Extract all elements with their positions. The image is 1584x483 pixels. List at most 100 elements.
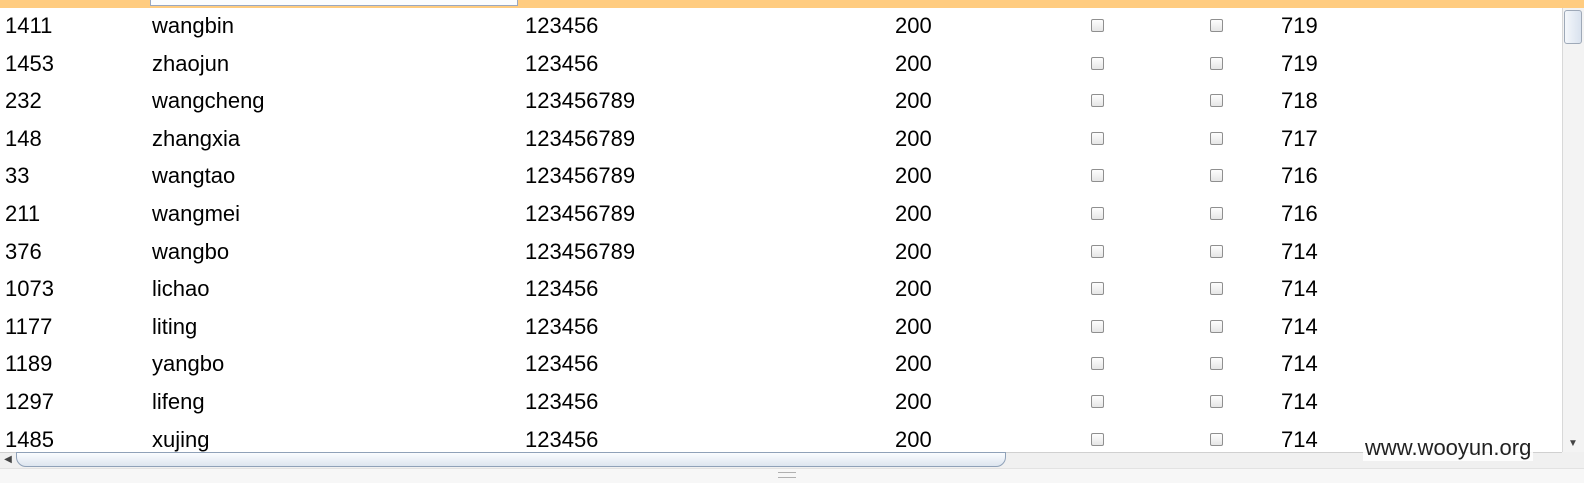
cell-username: wangbin [152, 13, 234, 38]
cell-length: 714 [1281, 426, 1318, 452]
cell-password: 123456 [525, 50, 599, 76]
checkbox-col2[interactable] [1210, 394, 1223, 408]
cell-id: 1485 [5, 426, 54, 452]
cell-id: 33 [5, 163, 30, 189]
checkbox-col2[interactable] [1210, 169, 1223, 183]
cell-status: 200 [895, 163, 932, 189]
table-row[interactable]: 1177 liting 123456 200 714 [0, 309, 1562, 347]
checkbox-col2[interactable] [1210, 282, 1223, 296]
header-cell-username[interactable] [150, 0, 518, 6]
checkbox-col1[interactable] [1091, 319, 1104, 333]
cell-status: 200 [895, 313, 932, 339]
cell-id: 1411 [5, 13, 53, 38]
cell-username: lichao [152, 276, 210, 302]
table-row[interactable]: 211 wangmei 123456789 200 716 [0, 196, 1562, 234]
cell-username: wangbo [152, 238, 230, 264]
cell-length: 714 [1281, 351, 1318, 377]
cell-password: 123456789 [525, 125, 636, 151]
table-row[interactable]: 33 wangtao 123456789 200 716 [0, 158, 1562, 196]
checkbox-col2[interactable] [1210, 432, 1223, 446]
cell-username: lifeng [152, 388, 205, 414]
horizontal-scroll-thumb[interactable] [16, 452, 1006, 467]
table-row[interactable]: 1453 zhaojun 123456 200 719 [0, 46, 1562, 84]
cell-id: 148 [5, 125, 42, 151]
results-table: 1411 wangbin 123456 200 719 1453 zhaojun… [0, 8, 1562, 459]
cell-id: 1297 [5, 388, 54, 414]
checkbox-col2[interactable] [1210, 244, 1223, 258]
checkbox-col2[interactable] [1210, 131, 1223, 145]
table-row[interactable]: 232 wangcheng 123456789 200 718 [0, 83, 1562, 121]
cell-status: 200 [895, 50, 932, 76]
cell-username: wangtao [152, 163, 236, 189]
cell-id: 1189 [5, 351, 53, 377]
cell-length: 718 [1281, 88, 1318, 114]
vertical-scroll-thumb[interactable] [1564, 10, 1582, 44]
cell-password: 123456 [525, 13, 599, 38]
cell-status: 200 [895, 351, 932, 377]
cell-status: 200 [895, 388, 932, 414]
table-row[interactable]: 1073 lichao 123456 200 714 [0, 271, 1562, 309]
vertical-scrollbar[interactable] [1562, 8, 1584, 452]
checkbox-col2[interactable] [1210, 94, 1223, 108]
checkbox-col2[interactable] [1210, 56, 1223, 70]
checkbox-col2[interactable] [1210, 357, 1223, 371]
cell-length: 714 [1281, 276, 1318, 302]
cell-password: 123456789 [525, 238, 636, 264]
cell-password: 123456789 [525, 88, 636, 114]
cell-status: 200 [895, 125, 932, 151]
cell-status: 200 [895, 276, 932, 302]
cell-password: 123456 [525, 426, 599, 452]
scrollbar-corner [1562, 452, 1584, 468]
checkbox-col1[interactable] [1091, 206, 1104, 220]
cell-username: zhaojun [152, 50, 230, 76]
cell-length: 714 [1281, 238, 1318, 264]
checkbox-col1[interactable] [1091, 432, 1104, 446]
cell-length: 714 [1281, 388, 1318, 414]
cell-id: 211 [5, 200, 41, 226]
cell-length: 717 [1281, 125, 1318, 151]
checkbox-col1[interactable] [1091, 131, 1104, 145]
resize-grip-icon[interactable] [778, 472, 796, 478]
cell-username: liting [152, 313, 198, 339]
checkbox-col2[interactable] [1210, 19, 1223, 32]
cell-length: 719 [1281, 13, 1318, 38]
table-row[interactable]: 148 zhangxia 123456789 200 717 [0, 121, 1562, 159]
cell-username: yangbo [152, 351, 225, 377]
checkbox-col1[interactable] [1091, 19, 1104, 32]
cell-password: 123456 [525, 351, 599, 377]
cell-id: 232 [5, 88, 42, 114]
checkbox-col1[interactable] [1091, 394, 1104, 408]
table-row[interactable]: 1297 lifeng 123456 200 714 [0, 384, 1562, 422]
cell-length: 716 [1281, 163, 1318, 189]
cell-password: 123456 [525, 276, 599, 302]
cell-status: 200 [895, 13, 932, 38]
checkbox-col1[interactable] [1091, 169, 1104, 183]
cell-password: 123456789 [525, 163, 636, 189]
cell-username: xujing [152, 426, 210, 452]
cell-id: 1177 [5, 313, 53, 339]
cell-length: 716 [1281, 200, 1318, 226]
cell-id: 376 [5, 238, 42, 264]
table-row[interactable]: 1411 wangbin 123456 200 719 [0, 8, 1562, 46]
checkbox-col2[interactable] [1210, 319, 1223, 333]
cell-length: 719 [1281, 50, 1318, 76]
cell-status: 200 [895, 238, 932, 264]
cell-length: 714 [1281, 313, 1318, 339]
checkbox-col1[interactable] [1091, 282, 1104, 296]
cell-username: wangcheng [152, 88, 265, 114]
checkbox-col1[interactable] [1091, 56, 1104, 70]
scroll-left-arrow-icon[interactable]: ◀ [2, 452, 14, 468]
table-row[interactable]: 376 wangbo 123456789 200 714 [0, 234, 1562, 272]
cell-status: 200 [895, 88, 932, 114]
checkbox-col1[interactable] [1091, 244, 1104, 258]
cell-status: 200 [895, 200, 932, 226]
scroll-down-arrow-icon[interactable]: ▼ [1566, 438, 1580, 450]
cell-username: zhangxia [152, 125, 241, 151]
cell-password: 123456 [525, 313, 599, 339]
table-row[interactable]: 1189 yangbo 123456 200 714 [0, 346, 1562, 384]
checkbox-col1[interactable] [1091, 94, 1104, 108]
checkbox-col1[interactable] [1091, 357, 1104, 371]
checkbox-col2[interactable] [1210, 206, 1223, 220]
cell-password: 123456 [525, 388, 599, 414]
cell-id: 1073 [5, 276, 54, 302]
